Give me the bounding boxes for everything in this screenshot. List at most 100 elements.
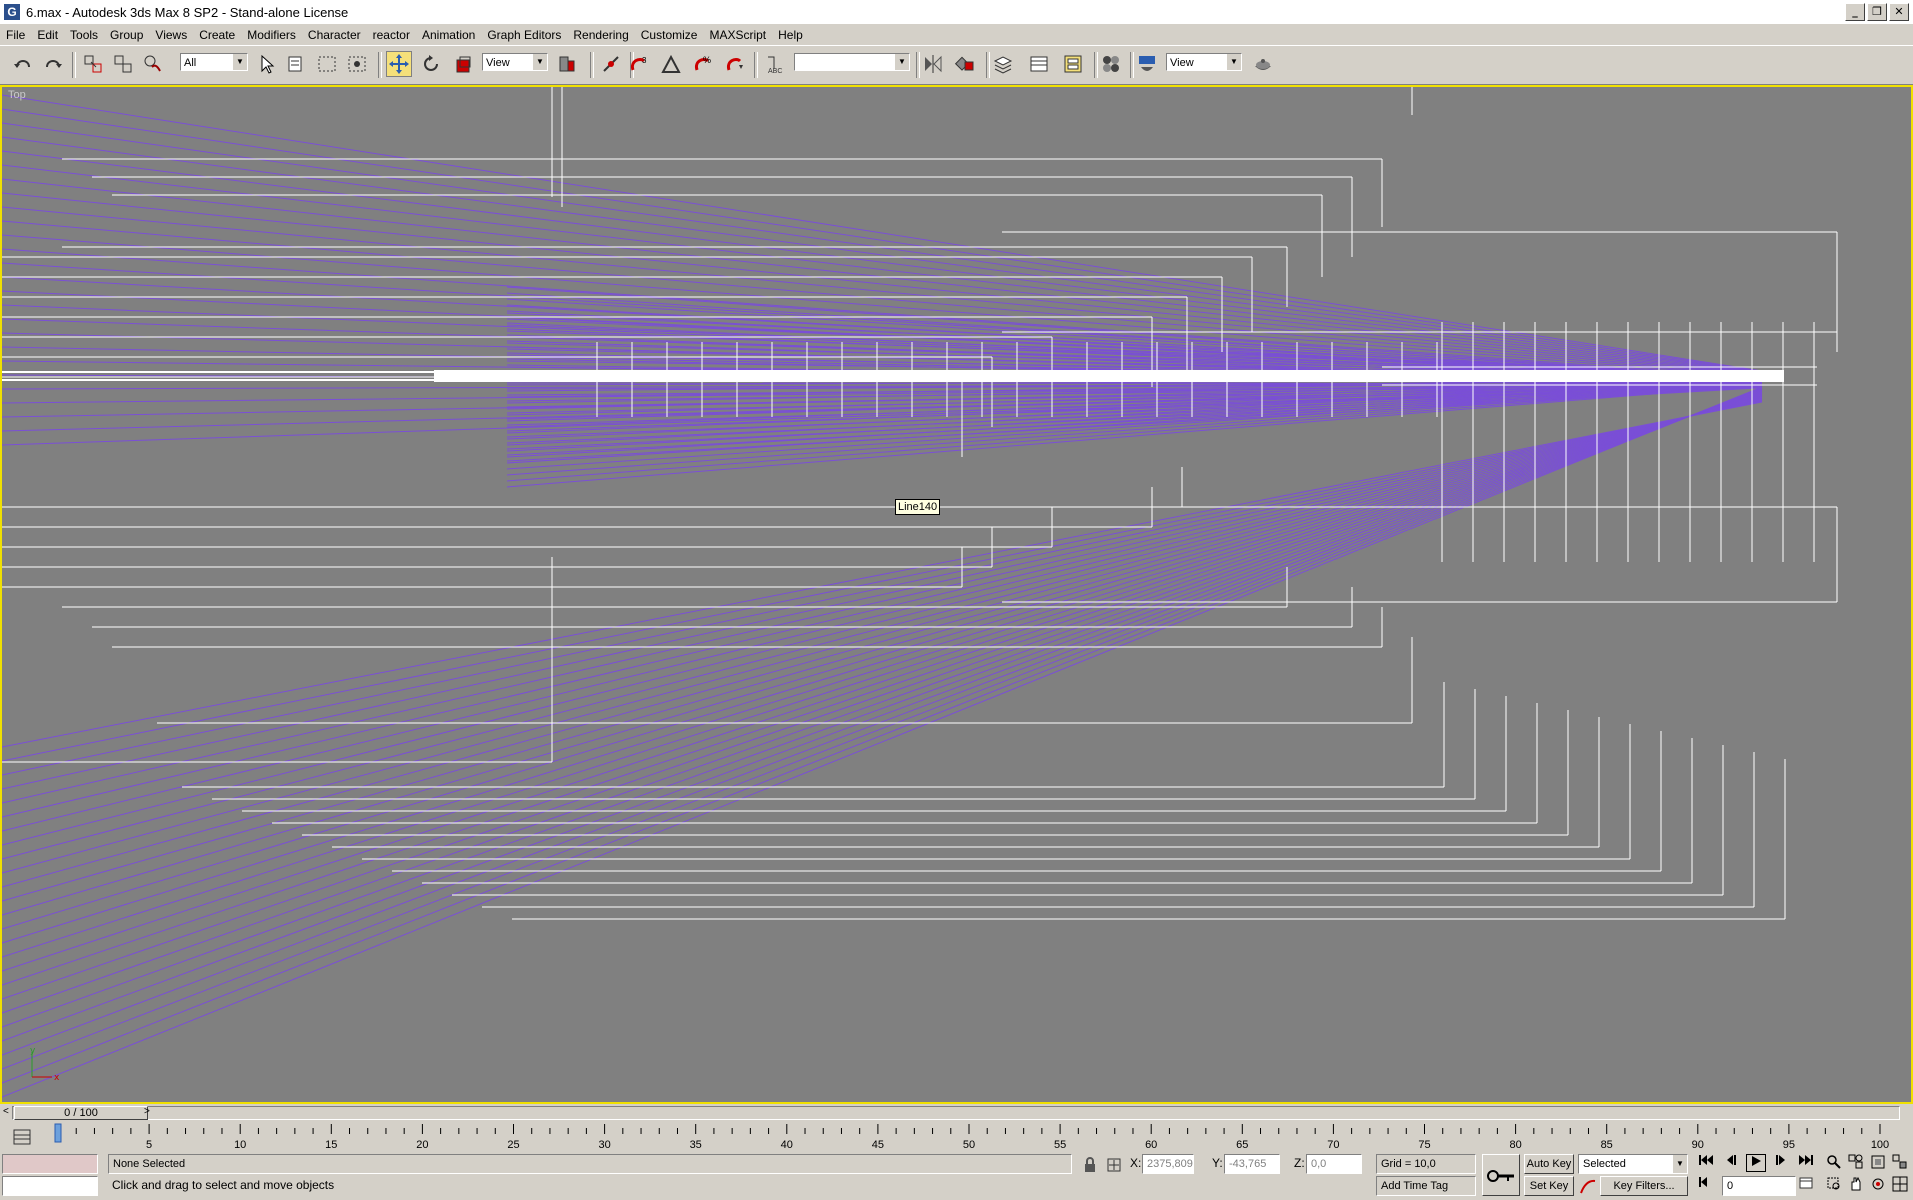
spline-purple[interactable] bbox=[2, 388, 1763, 1056]
menu-help[interactable]: Help bbox=[772, 28, 809, 42]
spline-purple[interactable] bbox=[2, 94, 1763, 372]
spline-purple[interactable] bbox=[2, 393, 1763, 930]
add-time-tag-field[interactable]: Add Time Tag bbox=[1376, 1176, 1476, 1196]
curve-editor-icon[interactable] bbox=[1026, 51, 1052, 77]
spline-purple[interactable] bbox=[2, 397, 1763, 832]
time-slider-next-button[interactable]: > bbox=[144, 1106, 150, 1117]
quick-render-icon[interactable] bbox=[1250, 51, 1276, 77]
menu-group[interactable]: Group bbox=[104, 28, 149, 42]
play-icon[interactable] bbox=[1746, 1154, 1766, 1172]
region-zoom-icon[interactable] bbox=[1824, 1176, 1844, 1194]
zoom-extents-all-icon[interactable] bbox=[1890, 1154, 1910, 1172]
zoom-all-icon[interactable] bbox=[1846, 1154, 1866, 1172]
menu-character[interactable]: Character bbox=[302, 28, 367, 42]
y-coordinate-field[interactable]: -43,765 bbox=[1224, 1154, 1280, 1174]
spline-purple[interactable] bbox=[2, 400, 1763, 762]
menu-views[interactable]: Views bbox=[149, 28, 193, 42]
time-slider[interactable]: < 0 / 100 > bbox=[0, 1104, 1913, 1122]
set-key-mode-icon[interactable] bbox=[1482, 1154, 1520, 1196]
spline-purple[interactable] bbox=[2, 388, 1763, 1042]
spline-purple[interactable] bbox=[2, 248, 1763, 379]
redo-icon[interactable] bbox=[40, 51, 66, 77]
current-frame-marker[interactable] bbox=[54, 1123, 62, 1143]
spline-purple[interactable] bbox=[2, 395, 1763, 888]
menu-customize[interactable]: Customize bbox=[635, 28, 704, 42]
default-in-out-tangents-icon[interactable] bbox=[1578, 1178, 1598, 1196]
3ds-max-icon[interactable]: G bbox=[4, 4, 20, 20]
current-frame-field[interactable]: 0 bbox=[1722, 1176, 1796, 1196]
menu-tools[interactable]: Tools bbox=[64, 28, 104, 42]
render-scene-dialog-icon[interactable] bbox=[1134, 51, 1160, 77]
top-viewport[interactable]: Top Line140 y x bbox=[0, 85, 1913, 1104]
go-to-start-icon[interactable] bbox=[1696, 1154, 1716, 1172]
spline-purple[interactable] bbox=[2, 394, 1763, 916]
spinner-snap-icon[interactable] bbox=[722, 51, 748, 77]
menu-file[interactable]: File bbox=[0, 28, 31, 42]
time-slider-track[interactable] bbox=[12, 1106, 1900, 1120]
select-and-rotate-icon[interactable] bbox=[418, 51, 444, 77]
selection-filter-dropdown[interactable]: All ▼ bbox=[180, 53, 248, 71]
go-to-end-icon[interactable] bbox=[1796, 1154, 1816, 1172]
maxscript-mini-listener[interactable] bbox=[2, 1176, 98, 1196]
spline-purple[interactable] bbox=[2, 396, 1763, 860]
spline-purple[interactable] bbox=[2, 397, 1763, 846]
spline-purple[interactable] bbox=[2, 387, 1763, 1084]
time-slider-thumb[interactable]: 0 / 100 bbox=[14, 1106, 148, 1120]
render-type-dropdown[interactable]: View ▼ bbox=[1166, 53, 1242, 71]
spline-purple[interactable] bbox=[2, 387, 1763, 1070]
menu-edit[interactable]: Edit bbox=[31, 28, 64, 42]
spline-purple[interactable] bbox=[2, 394, 1763, 902]
angle-snap-icon[interactable] bbox=[658, 51, 684, 77]
auto-key-button[interactable]: Auto Key bbox=[1524, 1154, 1574, 1174]
mirror-icon[interactable] bbox=[920, 51, 946, 77]
arc-rotate-icon[interactable] bbox=[1868, 1176, 1888, 1194]
viewport-label[interactable]: Top bbox=[8, 89, 26, 101]
select-by-name-icon[interactable] bbox=[284, 51, 310, 77]
close-button[interactable]: ✕ bbox=[1889, 3, 1909, 21]
menu-reactor[interactable]: reactor bbox=[367, 28, 416, 42]
pan-view-icon[interactable] bbox=[1846, 1176, 1866, 1194]
spline-purple[interactable] bbox=[2, 398, 1763, 818]
zoom-icon[interactable] bbox=[1824, 1154, 1844, 1172]
spline-purple[interactable] bbox=[2, 390, 1763, 1014]
rectangular-selection-icon[interactable] bbox=[314, 51, 340, 77]
material-editor-icon[interactable] bbox=[1098, 51, 1124, 77]
select-and-scale-icon[interactable] bbox=[450, 51, 476, 77]
undo-icon[interactable] bbox=[10, 51, 36, 77]
spline-purple[interactable] bbox=[2, 393, 1763, 944]
restore-button[interactable]: ❐ bbox=[1867, 3, 1887, 21]
spline-purple[interactable] bbox=[2, 399, 1763, 790]
key-mode-dropdown[interactable]: Selected ▼ bbox=[1578, 1154, 1688, 1174]
key-mode-toggle-icon[interactable] bbox=[1696, 1176, 1716, 1194]
window-crossing-icon[interactable] bbox=[344, 51, 370, 77]
maxscript-listener-field[interactable] bbox=[2, 1154, 98, 1174]
z-coordinate-field[interactable]: 0,0 bbox=[1306, 1154, 1362, 1174]
menu-rendering[interactable]: Rendering bbox=[567, 28, 634, 42]
layer-manager-icon[interactable] bbox=[990, 51, 1016, 77]
unlink-selection-icon[interactable] bbox=[110, 51, 136, 77]
previous-frame-icon[interactable] bbox=[1722, 1154, 1742, 1172]
key-filters-button[interactable]: Key Filters... bbox=[1600, 1176, 1688, 1196]
absolute-transform-icon[interactable] bbox=[1106, 1157, 1122, 1173]
pivot-center-icon[interactable] bbox=[554, 51, 580, 77]
maximize-viewport-icon[interactable] bbox=[1890, 1176, 1910, 1194]
centre-spline-bundle[interactable] bbox=[434, 370, 1784, 382]
schematic-view-icon[interactable] bbox=[1060, 51, 1086, 77]
menu-create[interactable]: Create bbox=[193, 28, 241, 42]
menu-animation[interactable]: Animation bbox=[416, 28, 481, 42]
spline-purple[interactable] bbox=[2, 391, 1763, 986]
spline-purple[interactable] bbox=[2, 192, 1763, 376]
percent-snap-icon[interactable]: % bbox=[690, 51, 716, 77]
select-and-link-icon[interactable] bbox=[80, 51, 106, 77]
edit-named-selections-icon[interactable]: ABC bbox=[762, 51, 788, 77]
set-key-button[interactable]: Set Key bbox=[1524, 1176, 1574, 1196]
spline-purple[interactable] bbox=[2, 389, 1763, 1028]
manipulate-icon[interactable] bbox=[598, 51, 624, 77]
minimize-button[interactable]: _ bbox=[1845, 3, 1865, 21]
zoom-extents-icon[interactable] bbox=[1868, 1154, 1888, 1172]
frame-ruler[interactable]: 5 10 15 20 25 30 35 40 45 50 55 60 65 70 75 80 85 90 95 100 bbox=[0, 1122, 1913, 1152]
spline-purple[interactable] bbox=[2, 234, 1763, 378]
named-selection-sets-dropdown[interactable]: ▼ bbox=[794, 53, 910, 71]
spline-purple[interactable] bbox=[2, 396, 1763, 874]
reference-coordinate-dropdown[interactable]: View ▼ bbox=[482, 53, 548, 71]
